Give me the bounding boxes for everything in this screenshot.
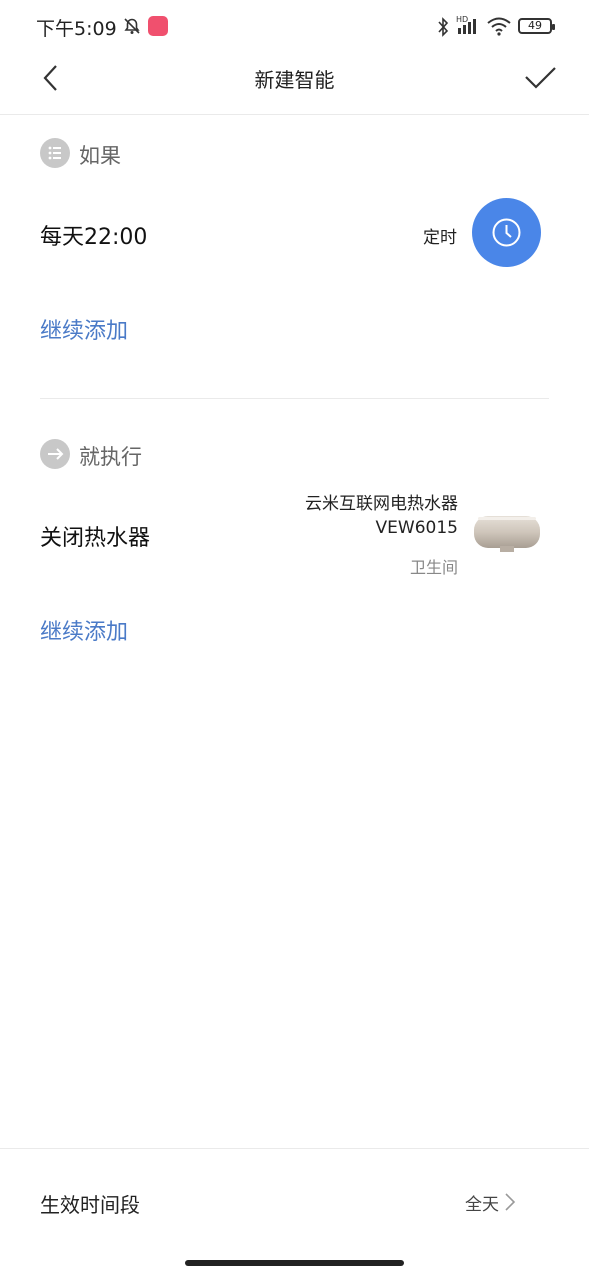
home-indicator[interactable]	[185, 1260, 404, 1266]
confirm-check-icon[interactable]	[522, 62, 558, 94]
then-add-more-link[interactable]: 继续添加	[40, 614, 128, 646]
battery-indicator: 49	[518, 18, 555, 34]
water-heater-image	[474, 516, 540, 552]
action-label[interactable]: 关闭热水器	[40, 520, 150, 552]
section-divider	[40, 398, 549, 399]
effective-period-value[interactable]: 全天	[465, 1190, 499, 1215]
app-notification-icon	[148, 16, 168, 36]
bluetooth-icon	[438, 17, 449, 37]
chevron-right-icon[interactable]	[503, 1191, 517, 1213]
effective-period-label[interactable]: 生效时间段	[40, 1189, 140, 1218]
status-time: 下午5:09	[36, 18, 117, 40]
device-name-line1: 云米互联网电热水器	[305, 494, 458, 514]
arrow-right-icon	[40, 439, 70, 469]
device-name: 云米互联网电热水器 VEW6015	[305, 492, 458, 540]
timer-button[interactable]	[472, 198, 541, 267]
list-icon	[40, 138, 70, 168]
condition-time[interactable]: 每天22:00	[40, 219, 147, 251]
if-section-label: 如果	[79, 144, 121, 168]
page-title: 新建智能	[254, 68, 335, 92]
bottom-divider	[0, 1148, 589, 1149]
header-divider	[0, 114, 589, 115]
svg-text:HD: HD	[456, 15, 468, 24]
then-section-label: 就执行	[79, 445, 142, 469]
clock-icon	[492, 218, 521, 247]
if-add-more-link[interactable]: 继续添加	[40, 313, 128, 345]
condition-type-label: 定时	[423, 228, 457, 248]
mute-bell-icon	[124, 18, 140, 34]
signal-icon: HD	[456, 15, 476, 34]
device-name-line2: VEW6015	[375, 518, 458, 538]
wifi-icon	[487, 17, 511, 36]
device-room: 卫生间	[409, 558, 458, 577]
